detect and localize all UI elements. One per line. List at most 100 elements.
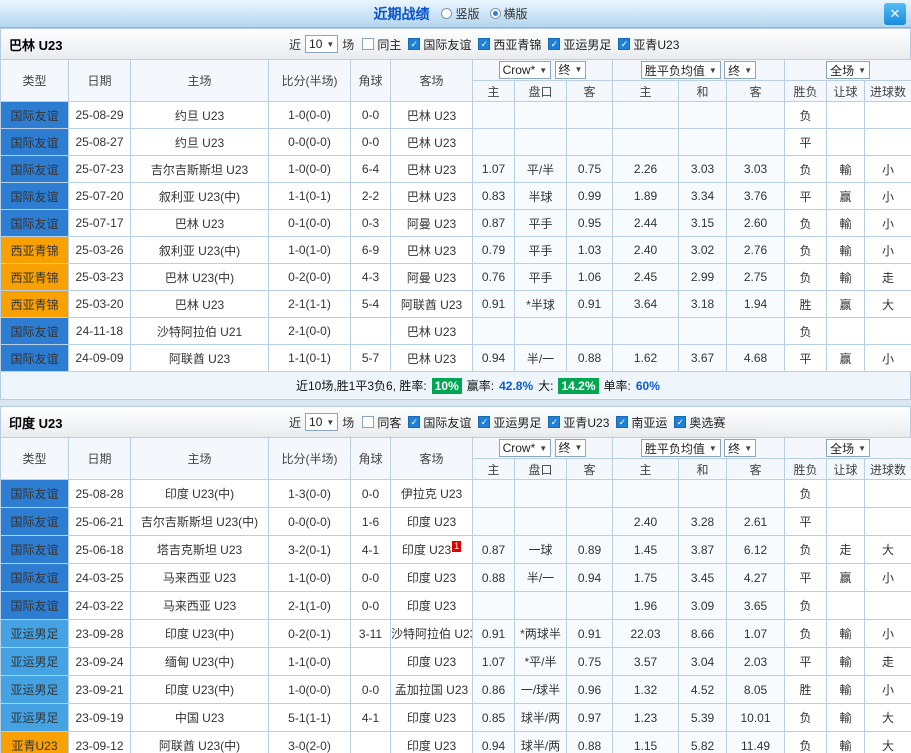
avg-type-select[interactable]: 胜平负均值 xyxy=(641,439,721,457)
radio-unselected-icon[interactable] xyxy=(441,8,452,19)
checkbox-checked-icon[interactable] xyxy=(674,416,686,428)
score: 1-1(0-1) xyxy=(269,183,351,210)
odds-away xyxy=(567,592,613,620)
checkbox-checked-icon[interactable] xyxy=(478,416,490,428)
away-team: 巴林 U23 xyxy=(391,237,473,264)
checkbox-checked-icon[interactable] xyxy=(618,38,630,50)
avg-stage-value: 终 xyxy=(728,62,740,79)
corner-score xyxy=(351,648,391,676)
checkbox-asian-games-football[interactable]: 亚运男足 xyxy=(478,414,541,431)
handicap-flag: 輸 xyxy=(827,704,865,732)
radio-selected-icon[interactable] xyxy=(490,8,501,19)
avg-away: 2.76 xyxy=(727,237,785,264)
odds-source-select[interactable]: Crow* xyxy=(499,61,552,79)
checkbox-checked-icon[interactable] xyxy=(408,38,420,50)
checkbox-label: 亚青U23 xyxy=(563,414,609,431)
radio-horizontal-layout[interactable]: 横版 xyxy=(490,5,528,22)
avg-stage-select[interactable]: 终 xyxy=(724,61,756,79)
recent-count-select[interactable]: 10 xyxy=(305,35,338,53)
checkbox-label: 西亚青锦 xyxy=(493,36,541,53)
scope-select[interactable]: 全场 xyxy=(826,61,870,79)
league-type-badge: 国际友谊 xyxy=(1,592,69,620)
checkbox-intl-friendly[interactable]: 国际友谊 xyxy=(408,414,471,431)
corner-score: 5-7 xyxy=(351,345,391,372)
checkbox-unchecked-icon[interactable] xyxy=(362,416,374,428)
avg-dropdown-cell: 胜平负均值 终 xyxy=(613,438,785,459)
odds-away: 0.75 xyxy=(567,156,613,183)
filter-suffix-label: 场 xyxy=(342,36,354,53)
avg-home: 2.44 xyxy=(613,210,679,237)
odds-home xyxy=(473,508,515,536)
avg-away: 2.75 xyxy=(727,264,785,291)
filter-prefix-label: 近 xyxy=(289,414,301,431)
avg-away: 1.94 xyxy=(727,291,785,318)
checkbox-checked-icon[interactable] xyxy=(616,416,628,428)
checkbox-checked-icon[interactable] xyxy=(408,416,420,428)
result-flag: 负 xyxy=(785,210,827,237)
result-flag: 平 xyxy=(785,564,827,592)
odds-stage-select[interactable]: 终 xyxy=(555,61,587,79)
goals-flag: 小 xyxy=(865,183,911,210)
avg-home: 1.23 xyxy=(613,704,679,732)
avg-home: 2.26 xyxy=(613,156,679,183)
avg-away: 4.27 xyxy=(727,564,785,592)
avg-type-select[interactable]: 胜平负均值 xyxy=(641,61,721,79)
odds-away: 0.91 xyxy=(567,291,613,318)
checkbox-same-home[interactable]: 同主 xyxy=(362,36,401,53)
avg-home: 1.62 xyxy=(613,345,679,372)
match-row: 国际友谊24-03-25马来西亚 U231-1(0-0)0-0印度 U230.8… xyxy=(1,564,911,592)
radio-label: 竖版 xyxy=(455,5,479,22)
odds-stage-value: 终 xyxy=(559,439,571,456)
league-type-badge: 亚青U23 xyxy=(1,732,69,753)
close-button[interactable]: ✕ xyxy=(884,3,906,25)
radio-vertical-layout[interactable]: 竖版 xyxy=(441,5,479,22)
league-type-badge: 国际友谊 xyxy=(1,102,69,129)
col-avg-draw: 和 xyxy=(679,459,727,480)
checkbox-afc-u23[interactable]: 亚青U23 xyxy=(548,414,609,431)
odds-away: 0.99 xyxy=(567,183,613,210)
checkbox-asian-games-football[interactable]: 亚运男足 xyxy=(548,36,611,53)
odds-handicap-line: 半/一 xyxy=(515,345,567,372)
col-goals: 进球数 xyxy=(865,81,911,102)
away-team: 巴林 U23 xyxy=(391,102,473,129)
odds-away: 0.97 xyxy=(567,704,613,732)
col-avg-away: 客 xyxy=(727,459,785,480)
odds-home: 0.88 xyxy=(473,564,515,592)
result-flag: 胜 xyxy=(785,291,827,318)
checkbox-unchecked-icon[interactable] xyxy=(362,38,374,50)
checkbox-west-asia-youth[interactable]: 西亚青锦 xyxy=(478,36,541,53)
odds-home: 0.91 xyxy=(473,620,515,648)
result-flag: 胜 xyxy=(785,676,827,704)
recent-count-select[interactable]: 10 xyxy=(305,413,338,431)
away-team: 阿联酋 U23 xyxy=(391,291,473,318)
odds-handicap-line: 平手 xyxy=(515,237,567,264)
score: 1-1(0-0) xyxy=(269,648,351,676)
match-row: 国际友谊25-08-28印度 U23(中)1-3(0-0)0-0伊拉克 U23负 xyxy=(1,480,911,508)
league-type-badge: 西亚青锦 xyxy=(1,291,69,318)
checkbox-same-away[interactable]: 同客 xyxy=(362,414,401,431)
scope-value: 全场 xyxy=(830,62,854,79)
league-type-badge: 国际友谊 xyxy=(1,318,69,345)
checkbox-checked-icon[interactable] xyxy=(548,416,560,428)
checkbox-south-asian-games[interactable]: 南亚运 xyxy=(616,414,667,431)
avg-stage-select[interactable]: 终 xyxy=(724,439,756,457)
home-team: 塔吉克斯坦 U23 xyxy=(131,536,269,564)
checkbox-afc-u23[interactable]: 亚青U23 xyxy=(618,36,679,53)
checkbox-checked-icon[interactable] xyxy=(478,38,490,50)
checkbox-intl-friendly[interactable]: 国际友谊 xyxy=(408,36,471,53)
checkbox-checked-icon[interactable] xyxy=(548,38,560,50)
avg-home xyxy=(613,102,679,129)
checkbox-olympic-qualifiers[interactable]: 奥选赛 xyxy=(674,414,725,431)
odds-stage-select[interactable]: 终 xyxy=(555,439,587,457)
avg-draw: 5.39 xyxy=(679,704,727,732)
league-type-badge: 亚运男足 xyxy=(1,620,69,648)
odds-source-select[interactable]: Crow* xyxy=(499,439,552,457)
avg-away: 6.12 xyxy=(727,536,785,564)
goals-flag: 小 xyxy=(865,676,911,704)
avg-draw: 3.04 xyxy=(679,648,727,676)
match-row: 西亚青锦25-03-23巴林 U23(中)0-2(0-0)4-3阿曼 U230.… xyxy=(1,264,911,291)
col-avg-draw: 和 xyxy=(679,81,727,102)
scope-select[interactable]: 全场 xyxy=(826,439,870,457)
handicap-flag: 赢 xyxy=(827,564,865,592)
avg-draw: 2.99 xyxy=(679,264,727,291)
